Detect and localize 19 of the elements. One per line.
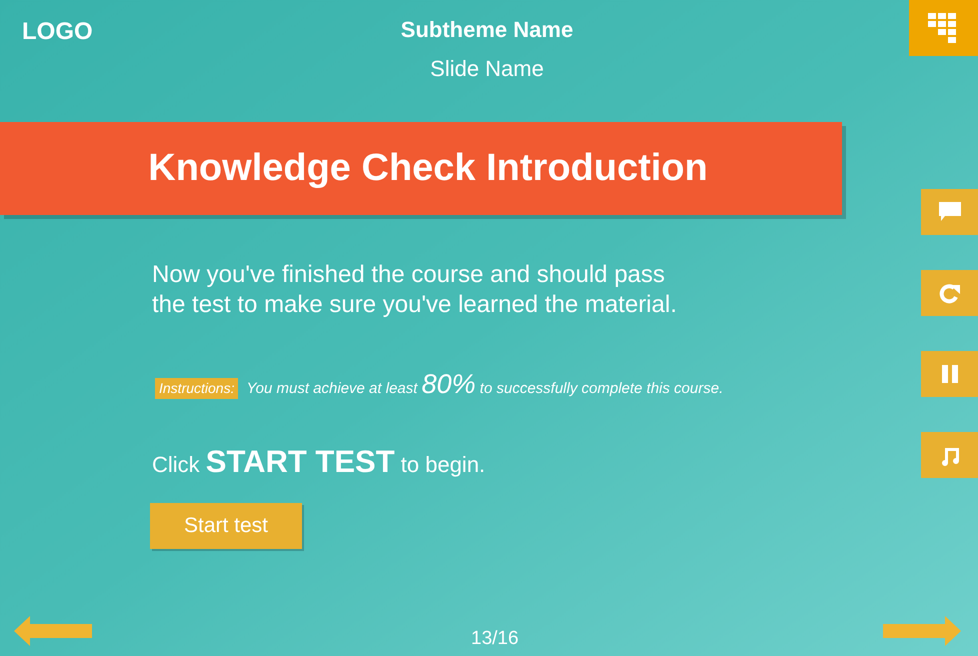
start-test-button[interactable]: Start test xyxy=(150,503,302,549)
refresh-icon xyxy=(938,282,960,304)
subtheme-title: Subtheme Name xyxy=(400,16,574,44)
audio-button[interactable] xyxy=(921,432,978,478)
back-arrow-icon[interactable] xyxy=(14,616,92,646)
instructions-text: You must achieve at least 80%to successfully complete this course. xyxy=(246,368,724,401)
pause-button[interactable] xyxy=(921,351,978,397)
next-arrow-icon[interactable] xyxy=(883,616,961,646)
slide-title: Slide Name xyxy=(430,55,544,83)
comment-button[interactable] xyxy=(921,189,978,235)
start-prompt: Click START TEST to begin. xyxy=(152,442,486,480)
intro-paragraph: Now you've finished the course and should pass the test to make sure you've learned the material. xyxy=(152,260,678,320)
page-counter: 13/16 xyxy=(471,627,519,651)
speech-bubble-icon xyxy=(938,202,960,222)
slide-heading: Knowledge Check Introduction xyxy=(147,146,708,191)
logo-text: LOGO xyxy=(22,18,93,45)
replay-button[interactable] xyxy=(921,270,978,316)
menu-button[interactable] xyxy=(909,0,978,56)
instructions-label: Instructions: xyxy=(155,378,238,399)
